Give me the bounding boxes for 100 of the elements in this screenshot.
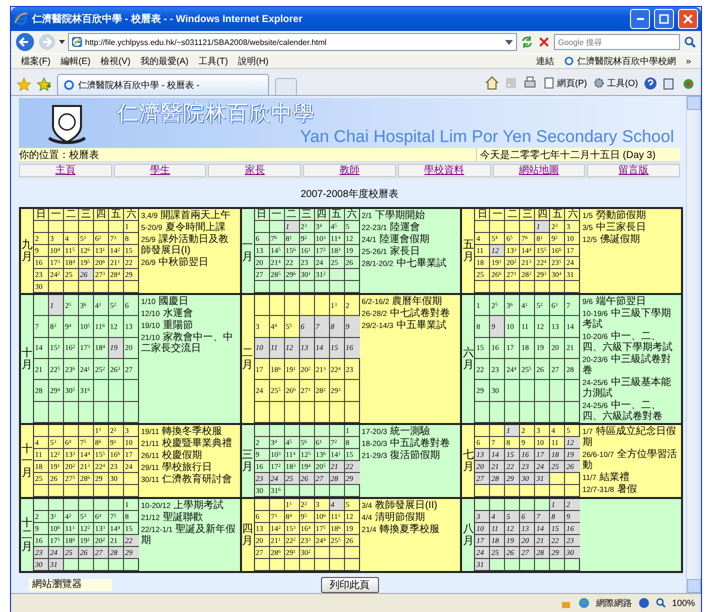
calendar-cell [109, 380, 124, 402]
close-button[interactable] [678, 9, 698, 29]
calendar-cell [79, 499, 94, 511]
add-favorite-icon[interactable] [37, 77, 51, 91]
menu-item[interactable]: 我的最愛(A) [140, 54, 188, 68]
refresh-icon[interactable] [520, 35, 534, 49]
calendar-cell [550, 281, 566, 293]
calendar-cell [49, 221, 64, 233]
minimize-button[interactable] [630, 9, 650, 29]
calendar-cell [300, 425, 315, 437]
nav-link[interactable]: 留言版 [587, 164, 680, 177]
search-field[interactable]: Google 搜尋 [554, 34, 680, 50]
month-label: 九月 [22, 238, 32, 264]
home-icon[interactable] [485, 76, 499, 90]
calendar-cell [550, 402, 566, 423]
calendar-cell [490, 559, 506, 571]
calendar-cell [270, 425, 285, 437]
calendar-cell [270, 499, 285, 511]
address-field[interactable]: http://file.ychlpyss.edu.hk/~s031121/SBA2008/website/calender.html [68, 33, 517, 51]
calendar-cell [330, 485, 345, 497]
toolbar-button[interactable]: 網頁(P) [543, 76, 587, 90]
search-icon[interactable] [683, 35, 697, 49]
calendar-cell [300, 281, 315, 293]
weekday-header: 三 [520, 209, 536, 221]
calendar-cell [520, 281, 536, 293]
nav-link[interactable]: 網站地圖 [492, 164, 586, 177]
calendar-cell [94, 559, 109, 571]
calendar-cell [254, 281, 270, 293]
month-label: 十月 [22, 346, 32, 372]
back-button[interactable] [15, 32, 35, 52]
weekday-header: 三 [79, 209, 94, 221]
calendar-cell [34, 425, 49, 437]
calendar-cell [94, 221, 109, 233]
calendar-cell [79, 485, 94, 497]
print-button[interactable]: 列印此頁 [320, 577, 378, 593]
calendar-cell [254, 499, 270, 511]
menu-item[interactable]: 檢視(V) [100, 54, 130, 68]
calendar-cell [270, 559, 285, 571]
menu-item[interactable]: 檔案(F) [21, 54, 50, 68]
menu-item[interactable]: 說明(H) [238, 54, 268, 68]
calendar-cell [109, 402, 124, 423]
month-label: 六月 [462, 346, 474, 372]
scrollbar[interactable] [686, 96, 701, 593]
month-label: 三月 [242, 448, 254, 474]
calendar-cell [284, 485, 300, 497]
nav-link[interactable]: 家長 [208, 164, 302, 177]
nav-link[interactable]: 學生 [114, 164, 206, 177]
calendar-cell [64, 402, 79, 423]
weekday-header: 二 [64, 209, 79, 221]
weekday-header: 一 [490, 209, 506, 221]
calendar-cell [254, 402, 270, 423]
nav-link[interactable]: 教師 [303, 164, 396, 177]
calendar-cell [505, 380, 520, 402]
toolbar-button[interactable]: 工具(O) [593, 76, 638, 90]
weekday-header: 日 [34, 209, 49, 221]
month-label: 七月 [462, 448, 474, 474]
menu-item[interactable]: 工具(T) [198, 54, 228, 68]
calendar-cell [79, 402, 94, 423]
calendar-cell [520, 380, 536, 402]
calendar-cell [505, 281, 520, 293]
calendar-cell [535, 485, 550, 497]
calendar-cell [475, 485, 490, 497]
calendar-cell [314, 281, 330, 293]
month-label: 十一月 [22, 442, 32, 480]
maximize-button[interactable] [654, 9, 674, 29]
caret-icon[interactable] [59, 39, 65, 45]
calendar-cell [284, 281, 300, 293]
zoom-icon[interactable] [656, 598, 666, 608]
page-field: 網站瀏覽器 [29, 579, 112, 591]
more-button[interactable]: » [686, 56, 691, 66]
calendar-cell [109, 499, 124, 511]
calendar-cell [535, 380, 550, 402]
star-icon[interactable] [17, 77, 31, 91]
nav-link[interactable]: 主頁 [19, 164, 112, 177]
calendar-cell [505, 559, 520, 571]
calendar-cell [34, 221, 49, 233]
calendar-cell [49, 499, 64, 511]
minimize-icon [636, 18, 644, 20]
calendar-cell [330, 559, 345, 571]
weekday-header: 五 [109, 209, 124, 221]
close-icon [683, 14, 693, 24]
nav-link[interactable]: 學校資料 [398, 164, 491, 177]
dropdown-icon[interactable] [505, 38, 513, 46]
menu-item[interactable]: 編輯(E) [60, 54, 90, 68]
zoom-level[interactable]: 100% [672, 598, 695, 608]
link[interactable]: 仁濟醫院林百欣中學校網 [564, 54, 676, 68]
browser-tab[interactable]: 仁濟醫院林百欣中學 - 校曆表 - [57, 74, 269, 95]
calendar-cell [520, 402, 536, 423]
print-icon[interactable] [523, 76, 537, 90]
calendar-cell [284, 402, 300, 423]
stop-icon[interactable] [537, 35, 551, 49]
calendar-cell [490, 281, 506, 293]
calendar-cell [314, 485, 330, 497]
breadcrumb: 你的位置：校曆表 [19, 148, 100, 162]
help-icon[interactable] [644, 76, 657, 90]
calendar-cell [330, 281, 345, 293]
calendar-cell [520, 559, 536, 571]
school-name: 仁濟醫院林百欣中學 [117, 101, 315, 127]
calendar-cell [79, 425, 94, 437]
month-label: 十二月 [22, 516, 32, 554]
